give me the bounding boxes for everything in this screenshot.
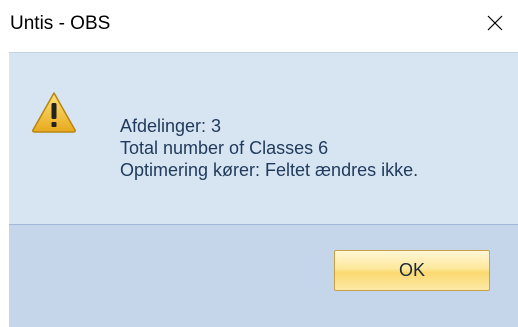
message-text: Afdelinger: 3 Total number of Classes 6 … xyxy=(120,115,418,181)
window-title: Untis - OBS xyxy=(10,13,111,34)
button-bar: OK xyxy=(9,224,518,327)
title-bar[interactable]: Untis - OBS xyxy=(0,0,518,52)
message-line: Optimering kører: Feltet ændres ikke. xyxy=(120,160,419,180)
close-icon xyxy=(487,15,503,31)
message-line: Afdelinger: 3 xyxy=(120,116,222,136)
message-area: Afdelinger: 3 Total number of Classes 6 … xyxy=(9,52,518,224)
ok-button[interactable]: OK xyxy=(334,250,490,291)
message-line: Total number of Classes 6 xyxy=(120,138,329,158)
window-left-edge xyxy=(0,52,9,327)
warning-icon xyxy=(31,91,77,133)
close-button[interactable] xyxy=(472,0,518,46)
message-dialog: Untis - OBS Afdelinger: 3 Total number o… xyxy=(0,0,518,327)
